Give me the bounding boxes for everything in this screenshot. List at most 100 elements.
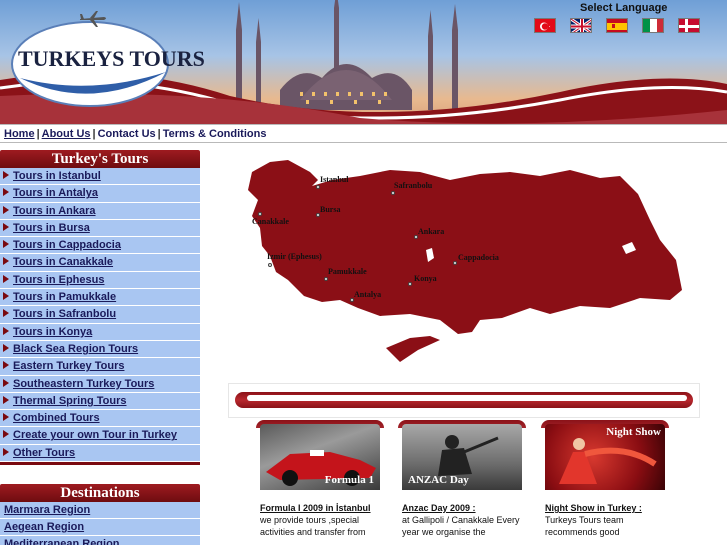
city-label-ankara[interactable]: Ankara [418,227,444,236]
sidebar-item-ephesus[interactable]: Tours in Ephesus [0,272,200,290]
card-night-show[interactable]: Night Show Night Show in Turkey : Turkey… [541,420,669,545]
sidebar-item-ankara[interactable]: Tours in Ankara [0,203,200,220]
arrow-icon [3,448,10,457]
card-formula1[interactable]: Formula 1 Formula I 2009 in İstanbul we … [256,420,384,545]
banner-highlight [247,395,687,401]
night-show-dancer-image[interactable]: Night Show [545,424,665,490]
arrow-icon [3,171,10,180]
sidebar-item-label: Tours in Antalya [13,187,98,200]
card-title[interactable]: Anzac Day 2009 : [402,502,524,514]
nav-terms-conditions[interactable]: Terms & Conditions [163,128,267,140]
arrow-icon [3,327,10,336]
arrow-icon [3,413,10,422]
card-text: at Gallipoli / Canakkale Every year we o… [402,515,520,537]
destination-marmara[interactable]: Marmara Region [0,502,200,519]
sidebar-item-istanbul[interactable]: Tours in Istanbul [0,168,200,186]
english-flag-icon[interactable] [570,18,592,33]
city-label-canakkale[interactable]: Canakkale [252,217,289,226]
card-anzac-day[interactable]: ANZAC Day Anzac Day 2009 : at Gallipoli … [398,420,526,545]
decorative-banner [228,383,700,418]
sidebar-item-eastern-turkey[interactable]: Eastern Turkey Tours [0,358,200,376]
sidebar-item-label: Tours in Istanbul [13,170,101,182]
arrow-icon [3,344,10,353]
arrow-icon [3,240,10,249]
airplane-icon [80,11,106,27]
arrow-icon [3,309,10,318]
card-caption: Night Show in Turkey : Turkeys Tours tea… [545,502,667,538]
sidebar-item-label: Tours in Safranbolu [13,308,117,321]
card-title[interactable]: Formula I 2009 in İstanbul [260,502,382,514]
turkey-map-shape [248,160,682,362]
city-label-safranbolu[interactable]: Safranbolu [394,181,432,190]
tours-sidebar: Turkey's Tours Tours in Istanbul Tours i… [0,150,200,466]
sidebar-item-canakkale[interactable]: Tours in Canakkale [0,254,200,272]
card-text: we provide tours ,special activities and… [260,515,366,537]
sidebar-item-label: Tours in Ankara [13,204,96,217]
sidebar-item-cappadocia[interactable]: Tours in Cappadocia [0,237,200,255]
destinations-title: Destinations [0,484,200,502]
sidebar-item-label: Tours in Canakkale [13,256,114,269]
arrow-icon [3,379,10,388]
tours-list: Tours in Istanbul Tours in Antalya Tours… [0,168,200,463]
city-label-konya[interactable]: Konya [414,274,437,283]
arrow-icon [3,361,10,370]
arrow-icon [3,430,10,439]
nav-about-us[interactable]: About Us [42,128,91,140]
sidebar-item-bursa[interactable]: Tours in Bursa [0,220,200,238]
sidebar-item-konya[interactable]: Tours in Konya [0,324,200,341]
sidebar-item-black-sea[interactable]: Black Sea Region Tours [0,341,200,359]
sidebar-item-label: Tours in Konya [13,325,93,338]
nav-separator: | [92,128,96,140]
danish-flag-icon[interactable] [678,18,700,33]
arrow-icon [3,292,10,301]
city-label-antalya[interactable]: Antalya [354,290,381,299]
card-image-label: Formula 1 [324,474,374,486]
card-title[interactable]: Night Show in Turkey : [545,502,667,514]
city-label-istanbul[interactable]: Istanbul [320,175,348,184]
nav-separator: | [157,128,161,140]
sidebar-divider [0,462,200,466]
nav-home[interactable]: Home [4,128,35,140]
anzac-soldier-image[interactable]: ANZAC Day [402,424,522,490]
sidebar-item-safranbolu[interactable]: Tours in Safranbolu [0,306,200,324]
formula1-car-image[interactable]: Formula 1 [260,424,380,490]
nav-separator: | [36,128,40,140]
nav-contact-us[interactable]: Contact Us [98,128,156,140]
sidebar-item-label: Thermal Spring Tours [13,394,127,407]
spanish-flag-icon[interactable] [606,18,628,33]
city-label-cappadocia[interactable]: Cappadocia [458,253,499,262]
turkish-flag-icon[interactable] [534,18,556,33]
italian-flag-icon[interactable] [642,18,664,33]
sidebar-item-label: Combined Tours [13,412,100,425]
card-image-label: ANZAC Day [408,474,469,486]
sidebar-item-thermal-spring[interactable]: Thermal Spring Tours [0,393,200,411]
sidebar-item-southeastern-turkey[interactable]: Southeastern Turkey Tours [0,376,200,393]
header-banner: TURKEYS TOURS Select Language [0,0,727,124]
sidebar-item-other[interactable]: Other Tours [0,445,200,463]
sidebar-item-create-own-tour[interactable]: Create your own Tour in Turkey [0,427,200,445]
arrow-icon [3,223,10,232]
destinations-block: Destinations Marmara Region Aegean Regio… [0,484,200,545]
banner-bar [235,392,693,408]
arrow-icon [3,396,10,405]
arrow-icon [3,188,10,197]
sidebar-item-label: Tours in Bursa [13,221,90,234]
sidebar-item-combined[interactable]: Combined Tours [0,410,200,428]
city-label-pamukkale[interactable]: Pamukkale [328,267,367,276]
turkey-map[interactable]: Istanbul Safranbolu Bursa Canakkale Anka… [240,150,687,375]
logo-text[interactable]: TURKEYS TOURS [18,46,205,72]
sidebar-item-pamukkale[interactable]: Tours in Pamukkale [0,289,200,307]
city-label-izmir[interactable]: Izmir (Ephesus) [267,252,322,261]
destination-aegean[interactable]: Aegean Region [0,519,200,536]
sidebar-title: Turkey's Tours [0,150,200,168]
city-label-bursa[interactable]: Bursa [320,205,340,214]
arrow-icon [3,275,10,284]
select-language-label: Select Language [580,2,668,14]
arrow-icon [3,257,10,266]
destination-mediterranean[interactable]: Mediterranean Region [0,536,200,545]
card-image-label: Night Show [606,426,661,438]
card-caption: Formula I 2009 in İstanbul we provide to… [260,502,382,538]
card-caption: Anzac Day 2009 : at Gallipoli / Canakkal… [402,502,524,538]
sidebar-item-label: Southeastern Turkey Tours [13,377,155,390]
sidebar-item-antalya[interactable]: Tours in Antalya [0,185,200,203]
